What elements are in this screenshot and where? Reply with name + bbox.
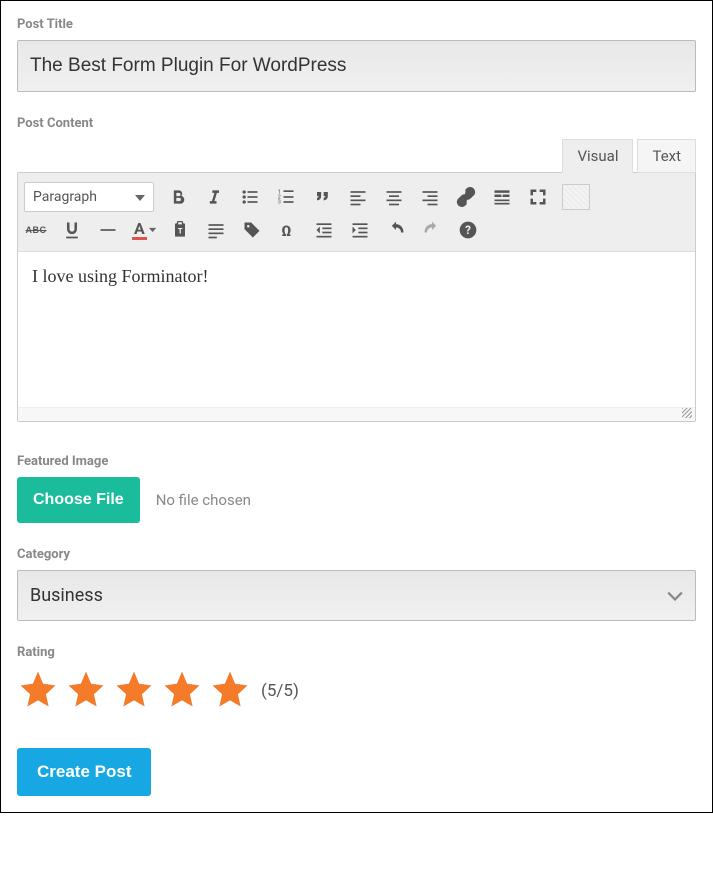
file-status: No file chosen	[156, 491, 251, 509]
rating-field: Rating (5/5)	[17, 645, 696, 714]
svg-text:T: T	[178, 226, 183, 235]
undo-icon[interactable]	[384, 218, 408, 242]
editor-content: I love using Forminator!	[32, 266, 208, 286]
resize-handle[interactable]	[18, 407, 695, 421]
text-color-icon[interactable]: A	[132, 218, 156, 242]
special-char-icon[interactable]: Ω	[276, 218, 300, 242]
svg-text:3: 3	[278, 200, 281, 206]
format-select[interactable]: Paragraph	[24, 182, 154, 212]
svg-text:?: ?	[465, 223, 471, 237]
featured-image-field: Featured Image Choose File No file chose…	[17, 454, 696, 523]
editor: Paragraph 123	[17, 172, 696, 422]
post-title-field: Post Title	[17, 17, 696, 92]
indent-icon[interactable]	[348, 218, 372, 242]
choose-file-button[interactable]: Choose File	[17, 477, 140, 523]
category-select[interactable]: Business	[17, 570, 696, 621]
rating-label: Rating	[17, 645, 696, 660]
post-content-field: Post Content Visual Text Paragraph	[17, 116, 696, 422]
align-left-icon[interactable]	[346, 185, 370, 209]
bold-icon[interactable]	[166, 185, 190, 209]
outdent-icon[interactable]	[312, 218, 336, 242]
blockquote-icon[interactable]	[310, 185, 334, 209]
category-field: Category Business	[17, 547, 696, 621]
svg-text:Ω: Ω	[281, 222, 291, 240]
underline-icon[interactable]	[60, 218, 84, 242]
fullscreen-icon[interactable]	[526, 185, 550, 209]
editor-body[interactable]: I love using Forminator!	[18, 252, 695, 407]
star-icon[interactable]	[113, 668, 155, 714]
align-right-icon[interactable]	[418, 185, 442, 209]
post-content-label: Post Content	[17, 116, 696, 131]
tab-text[interactable]: Text	[637, 139, 696, 173]
bullet-list-icon[interactable]	[238, 185, 262, 209]
horizontal-rule-icon[interactable]	[96, 218, 120, 242]
create-post-button[interactable]: Create Post	[17, 748, 151, 796]
insert-more-icon[interactable]	[490, 185, 514, 209]
rating-display: (5/5)	[261, 681, 299, 701]
format-select-label: Paragraph	[33, 189, 97, 205]
star-icon[interactable]	[17, 668, 59, 714]
post-title-label: Post Title	[17, 17, 696, 32]
align-center-icon[interactable]	[382, 185, 406, 209]
help-icon[interactable]: ?	[456, 218, 480, 242]
redo-icon[interactable]	[420, 218, 444, 242]
toolbar-toggle-icon[interactable]	[562, 184, 590, 210]
editor-tabs: Visual Text	[17, 139, 696, 173]
star-icon[interactable]	[209, 668, 251, 714]
italic-icon[interactable]	[202, 185, 226, 209]
category-label: Category	[17, 547, 696, 562]
caret-down-icon	[135, 189, 145, 205]
featured-image-label: Featured Image	[17, 454, 696, 469]
numbered-list-icon[interactable]: 123	[274, 185, 298, 209]
tag-icon[interactable]	[240, 218, 264, 242]
strikethrough-icon[interactable]: ABC	[24, 218, 48, 242]
tab-visual[interactable]: Visual	[562, 139, 633, 173]
star-icon[interactable]	[65, 668, 107, 714]
post-title-input[interactable]	[17, 40, 696, 92]
link-icon[interactable]	[454, 185, 478, 209]
paste-text-icon[interactable]: T	[168, 218, 192, 242]
star-rating[interactable]	[17, 668, 251, 714]
chevron-down-icon	[667, 585, 683, 606]
star-icon[interactable]	[161, 668, 203, 714]
editor-toolbar: Paragraph 123	[18, 173, 695, 252]
category-value: Business	[30, 585, 103, 606]
clear-formatting-icon[interactable]	[204, 218, 228, 242]
